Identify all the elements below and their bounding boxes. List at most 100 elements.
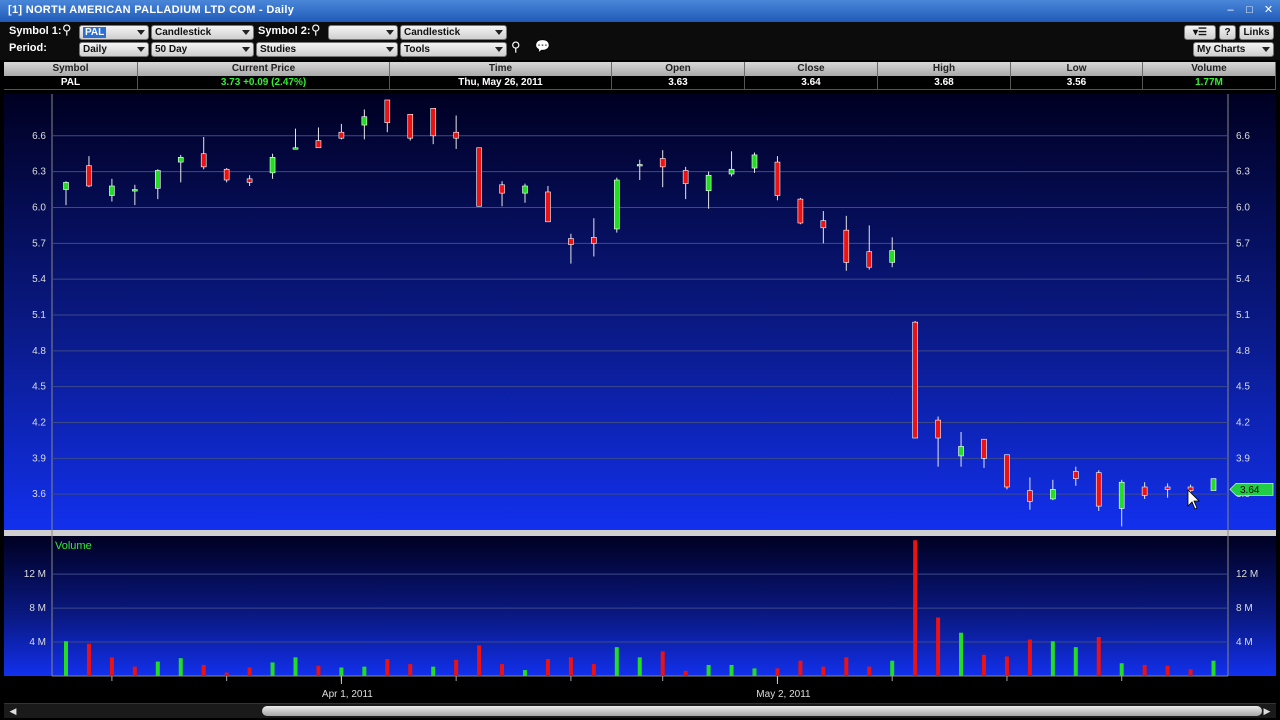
candle	[912, 320, 918, 439]
candle-body	[499, 184, 505, 194]
horizontal-scrollbar[interactable]: ◀ ▶	[4, 703, 1276, 718]
my-charts-select[interactable]: My Charts	[1193, 42, 1274, 57]
volume-bar	[591, 664, 596, 676]
price-tick-left: 5.1	[32, 310, 46, 321]
candle-body	[522, 185, 528, 194]
symbol1-input[interactable]: PAL	[79, 25, 149, 40]
quote-close: 3.64	[745, 76, 878, 90]
price-tick-right: 5.1	[1236, 310, 1250, 321]
links-button[interactable]: Links	[1239, 25, 1274, 40]
volume-bar	[614, 647, 619, 676]
window-titlebar: [1] NORTH AMERICAN PALLADIUM LTD COM - D…	[0, 0, 1280, 23]
candle	[774, 156, 781, 201]
chart-canvas[interactable]: 6.6 6.6 6.3 6.3 6.0 6.0 5.7 5.7 5.4 5.4 5.1 5.1 4.8 4…	[0, 0, 1280, 720]
date-axis-background	[4, 676, 1276, 703]
panel-divider[interactable]	[4, 530, 1276, 536]
candle	[109, 178, 115, 202]
symbol1-label: Symbol 1:	[9, 25, 62, 37]
volume-bar	[729, 664, 734, 676]
quote-row: PAL 3.73 +0.09 (2.47%) Thu, May 26, 2011…	[4, 76, 1276, 90]
price-tick-right: 5.4	[1236, 274, 1250, 285]
studies-select[interactable]: Studies	[256, 42, 398, 57]
chevron-down-icon	[495, 47, 503, 52]
range-select[interactable]: 50 Day	[151, 42, 254, 57]
candle-body	[476, 147, 482, 207]
candle-body	[1187, 486, 1194, 491]
symbol2-label: Symbol 2:	[258, 25, 311, 37]
volume-bar	[155, 661, 160, 676]
symbol1-value: PAL	[83, 27, 107, 38]
volume-bar	[798, 660, 803, 676]
volume-bar	[132, 666, 137, 676]
symbol1-charttype-select[interactable]: Candlestick	[151, 25, 254, 40]
candle	[453, 115, 459, 149]
quote-header-row: Symbol Current Price Time Open Close Hig…	[4, 62, 1276, 76]
volume-bar	[752, 668, 757, 676]
candle	[545, 185, 551, 223]
chevron-down-icon	[242, 30, 250, 35]
maximize-button[interactable]: □	[1242, 3, 1257, 17]
candle-body	[935, 419, 941, 439]
scroll-left-arrow-icon[interactable]: ◀	[6, 705, 20, 717]
volume-bar	[568, 657, 573, 676]
volume-bar	[431, 666, 436, 676]
price-tick-left: 6.6	[32, 131, 46, 142]
chat-bubble-icon[interactable]: 💬	[535, 39, 550, 53]
volume-panel-background	[4, 536, 1276, 676]
candle	[1210, 478, 1217, 491]
candle-body	[912, 321, 918, 439]
candle-body	[1050, 489, 1056, 500]
candle-body	[338, 131, 345, 139]
quote-high: 3.68	[878, 76, 1011, 90]
date-tick-label: May 2, 2011	[756, 689, 811, 700]
candle-body	[361, 116, 368, 126]
symbol2-input[interactable]	[328, 25, 398, 40]
candle	[820, 211, 827, 244]
volume-bar	[316, 665, 321, 676]
volume-bar	[844, 657, 849, 676]
list-menu-button[interactable]: ▾☰	[1184, 25, 1216, 40]
candle-body	[86, 165, 92, 187]
candle	[613, 177, 620, 233]
candle	[591, 218, 597, 257]
price-tick-left: 6.0	[32, 202, 46, 213]
help-button[interactable]: ?	[1219, 25, 1236, 40]
candle	[223, 168, 230, 183]
tools-select[interactable]: Tools	[400, 42, 507, 57]
candle-body	[200, 153, 207, 168]
period-select[interactable]: Daily	[79, 42, 149, 57]
candle-body	[1027, 490, 1033, 502]
magnifier-icon[interactable]: ⚲	[311, 22, 321, 38]
chevron-down-icon	[137, 47, 145, 52]
candle-body	[820, 220, 827, 229]
volume-bar	[1073, 647, 1078, 676]
chart-toolbar: Symbol 1: ⚲ PAL Candlestick Symbol 2: ⚲ …	[0, 22, 1280, 60]
volume-bar	[637, 657, 642, 676]
volume-bar	[408, 664, 413, 676]
candle	[86, 156, 92, 188]
price-tick-right: 4.8	[1236, 346, 1250, 357]
candle-body	[269, 157, 276, 174]
candle-body	[545, 191, 551, 223]
price-tick-left: 4.2	[32, 417, 46, 428]
column-header: Low	[1011, 62, 1143, 76]
price-tick-left: 3.6	[32, 489, 46, 500]
candle-body	[568, 238, 574, 245]
window-title: [1] NORTH AMERICAN PALLADIUM LTD COM - D…	[8, 4, 295, 16]
volume-bar	[1096, 636, 1101, 676]
symbol2-charttype-select[interactable]: Candlestick	[400, 25, 507, 40]
candle-body	[453, 131, 459, 139]
scrollbar-thumb[interactable]	[262, 706, 1262, 716]
close-button[interactable]: ✕	[1261, 3, 1276, 17]
candle	[1164, 483, 1171, 498]
minimize-button[interactable]: –	[1223, 3, 1238, 17]
symbol2-charttype-value: Candlestick	[404, 27, 461, 38]
magnifier-icon[interactable]: ⚲	[62, 22, 72, 38]
scroll-right-arrow-icon[interactable]: ▶	[1260, 705, 1274, 717]
candle-body	[292, 147, 299, 150]
candle	[682, 166, 689, 200]
candle-body	[63, 182, 69, 190]
zoom-icon[interactable]: ⚲	[511, 39, 521, 55]
price-panel-background	[4, 94, 1276, 530]
column-header: Current Price	[138, 62, 390, 76]
